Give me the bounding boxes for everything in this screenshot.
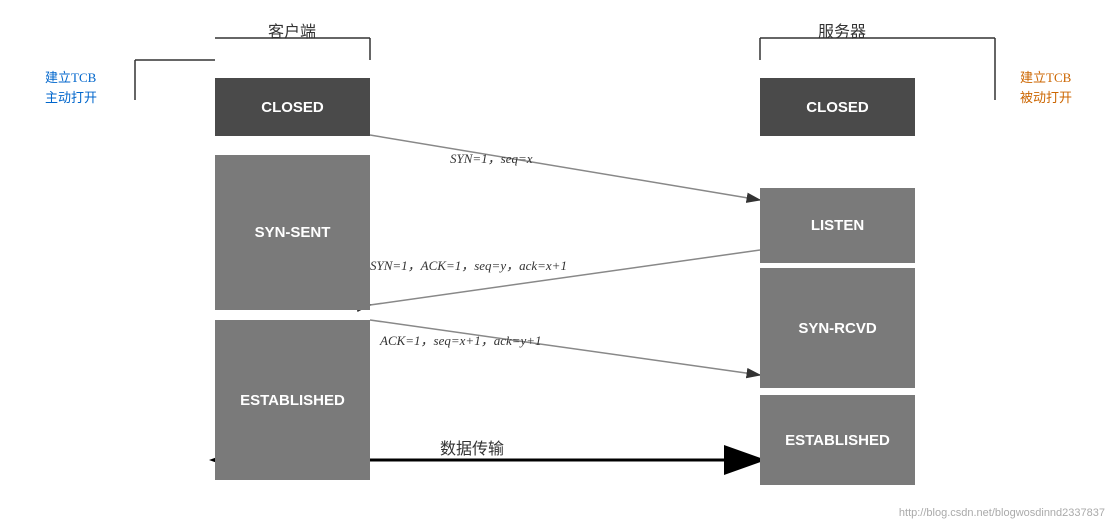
server-closed-label: CLOSED — [806, 99, 869, 116]
client-closed-label: CLOSED — [261, 99, 324, 116]
established-client-label: ESTABLISHED — [240, 392, 345, 409]
established-server-box: ESTABLISHED — [760, 395, 915, 485]
syn-rcvd-label: SYN-RCVD — [798, 320, 876, 337]
server-closed-box: CLOSED — [760, 78, 915, 136]
listen-box: LISTEN — [760, 188, 915, 263]
listen-label: LISTEN — [811, 217, 864, 234]
diagram: CLOSED CLOSED SYN-SENT LISTEN SYN-RCVD E… — [0, 0, 1115, 527]
syn-sent-label: SYN-SENT — [255, 224, 331, 241]
server-column-label: 服务器 — [818, 18, 866, 42]
established-server-label: ESTABLISHED — [785, 432, 890, 449]
syn-arrow-label: SYN=1，seq=x — [450, 148, 533, 167]
data-transfer-label: 数据传输 — [440, 435, 504, 459]
ack-arrow-label: ACK=1，seq=x+1，ack=y+1 — [380, 330, 542, 349]
watermark: http://blog.csdn.net/blogwosdinnd2337837 — [899, 507, 1105, 519]
client-closed-box: CLOSED — [215, 78, 370, 136]
syn-sent-box: SYN-SENT — [215, 155, 370, 310]
right-note: 建立TCB 被动打开 — [1020, 68, 1072, 108]
left-note: 建立TCB 主动打开 — [45, 68, 97, 108]
syn-rcvd-box: SYN-RCVD — [760, 268, 915, 388]
client-column-label: 客户端 — [268, 18, 316, 42]
established-client-box: ESTABLISHED — [215, 320, 370, 480]
synack-arrow-label: SYN=1，ACK=1，seq=y，ack=x+1 — [370, 255, 567, 274]
